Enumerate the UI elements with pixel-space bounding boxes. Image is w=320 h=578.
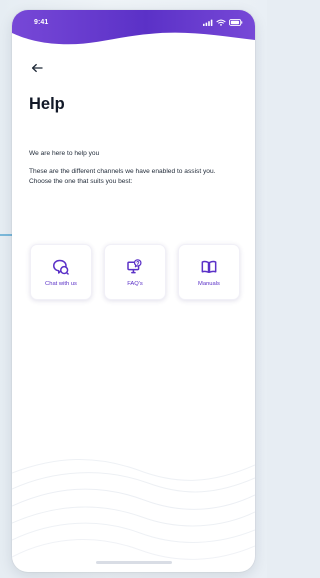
faq-card[interactable]: FAQ's xyxy=(104,244,166,300)
status-indicators xyxy=(203,18,243,26)
app-screen-backdrop: 9:41 Help We are here to help you These … xyxy=(0,0,267,578)
monitor-chat-icon xyxy=(127,258,142,273)
help-description-text: These are the different channels we have… xyxy=(29,168,216,185)
chat-bubbles-icon xyxy=(53,259,69,275)
page-title: Help xyxy=(29,95,65,113)
background-accent-line xyxy=(0,234,12,236)
decorative-wave-lines xyxy=(12,459,255,560)
home-indicator xyxy=(96,561,172,564)
help-screen: 9:41 Help We are here to help you These … xyxy=(12,10,255,572)
support-channels: Chat with us FAQ's Manuals xyxy=(30,244,240,300)
faq-label: FAQ's xyxy=(127,280,143,287)
status-bar: 9:41 xyxy=(12,10,255,34)
signal-icon xyxy=(203,19,213,26)
battery-icon xyxy=(229,18,243,26)
chat-with-us-card[interactable]: Chat with us xyxy=(30,244,92,300)
book-icon xyxy=(201,260,217,273)
help-intro-text: We are here to help you xyxy=(29,150,100,157)
manuals-label: Manuals xyxy=(198,280,220,287)
arrow-left-icon xyxy=(31,63,43,73)
chat-with-us-label: Chat with us xyxy=(45,280,77,287)
status-time: 9:41 xyxy=(34,18,49,26)
wifi-icon xyxy=(216,19,226,26)
manuals-card[interactable]: Manuals xyxy=(178,244,240,300)
back-button[interactable] xyxy=(28,60,46,76)
